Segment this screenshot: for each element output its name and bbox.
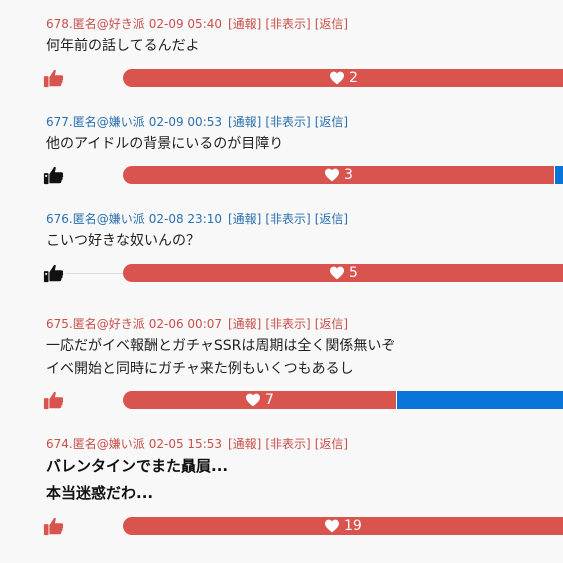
comment-author-block: 675.匿名@好き派 (46, 317, 145, 331)
comment-date: 02-09 00:53 (148, 115, 222, 129)
comment-author-name: 匿名@嫌い派 (72, 115, 145, 129)
comment-author-name: 匿名@嫌い派 (72, 437, 145, 451)
reply-link[interactable]: [返信] (315, 212, 348, 226)
vote-ratio-bar: 19 (123, 517, 563, 535)
vote-row: 7 (0, 389, 563, 411)
report-link[interactable]: [通報] (228, 115, 261, 129)
like-count-value: 7 (265, 392, 274, 408)
like-count-value: 2 (349, 70, 358, 86)
comment-meta: 677.匿名@嫌い派 02-09 00:53 [通報] [非表示] [返信] (46, 114, 352, 130)
thumbs-up-icon[interactable] (43, 164, 65, 186)
comment-meta: 675.匿名@好き派 02-06 00:07 [通報] [非表示] [返信] (46, 316, 352, 332)
like-count-value: 3 (344, 167, 353, 183)
comment-number: 676. (46, 212, 73, 226)
comment-number: 677. (46, 115, 73, 129)
comment-text-line: 何年前の話してるんだよ (46, 38, 200, 54)
report-link[interactable]: [通報] (228, 317, 261, 331)
comment-author-name: 匿名@嫌い派 (72, 212, 145, 226)
reply-link[interactable]: [返信] (315, 437, 348, 451)
comment-text-line: バレンタインでまた贔屓... (46, 457, 229, 475)
comment-author-block: 677.匿名@嫌い派 (46, 115, 145, 129)
hide-link[interactable]: [非表示] (265, 212, 310, 226)
like-count: 7 (245, 391, 274, 409)
reply-link[interactable]: [返信] (315, 317, 348, 331)
like-portion: 3 (123, 166, 554, 184)
hide-link[interactable]: [非表示] (265, 115, 310, 129)
vote-ratio-bar: 2 (123, 69, 563, 87)
hide-link[interactable]: [非表示] (265, 437, 310, 451)
reply-link[interactable]: [返信] (315, 17, 348, 31)
comment-date: 02-05 15:53 (148, 437, 222, 451)
report-link[interactable]: [通報] (228, 17, 261, 31)
like-count: 5 (329, 264, 358, 282)
hide-link[interactable]: [非表示] (265, 17, 310, 31)
heart-icon (329, 266, 345, 280)
comment-list: 678.匿名@好き派 02-09 05:40 [通報] [非表示] [返信] 何年前の話し… (0, 0, 563, 563)
heart-icon (245, 393, 261, 407)
thumbs-up-icon[interactable] (43, 515, 65, 537)
comment-author-block: 678.匿名@好き派 (46, 17, 145, 31)
comment-date: 02-06 00:07 (148, 317, 222, 331)
like-count-value: 19 (344, 518, 362, 534)
comment-author-block: 676.匿名@嫌い派 (46, 212, 145, 226)
comment-number: 674. (46, 437, 73, 451)
thumbs-up-icon[interactable] (43, 262, 65, 284)
comment-text-line: こいつ好きな奴いんの？ (46, 233, 200, 249)
like-count: 2 (329, 69, 358, 87)
heart-icon (329, 71, 345, 85)
hide-link[interactable]: [非表示] (265, 317, 310, 331)
like-portion: 2 (123, 69, 563, 87)
reply-link[interactable]: [返信] (315, 115, 348, 129)
comment-meta: 676.匿名@嫌い派 02-08 23:10 [通報] [非表示] [返信] (46, 211, 352, 227)
vote-ratio-bar: 7 (123, 391, 563, 409)
like-count-value: 5 (349, 265, 358, 281)
comment-author-name: 匿名@好き派 (72, 17, 145, 31)
vote-row: 2 (0, 67, 563, 89)
like-portion: 5 (123, 264, 563, 282)
comment-author-name: 匿名@好き派 (72, 317, 145, 331)
comment-date: 02-08 23:10 (148, 212, 222, 226)
vote-ratio-bar: 5 (123, 264, 563, 282)
report-link[interactable]: [通報] (228, 212, 261, 226)
comment-text-line: 本当迷惑だわ... (46, 484, 154, 502)
like-portion: 19 (123, 517, 563, 535)
vote-row: 3 (0, 164, 563, 186)
heart-icon (324, 168, 340, 182)
thumbs-up-icon[interactable] (43, 389, 65, 411)
comment-number: 678. (46, 17, 73, 31)
comment-author-block: 674.匿名@嫌い派 (46, 437, 145, 451)
vote-ratio-bar: 3 (123, 166, 563, 184)
vote-track-line (65, 273, 123, 274)
heart-icon (324, 519, 340, 533)
comment-number: 675. (46, 317, 73, 331)
comment-meta: 678.匿名@好き派 02-09 05:40 [通報] [非表示] [返信] (46, 16, 352, 32)
comment-meta: 674.匿名@嫌い派 02-05 15:53 [通報] [非表示] [返信] (46, 436, 352, 452)
comment-date: 02-09 05:40 (148, 17, 222, 31)
thumbs-up-icon[interactable] (43, 67, 65, 89)
vote-row: 5 (0, 262, 563, 284)
dislike-portion (396, 391, 563, 409)
like-count: 3 (324, 166, 353, 184)
comment-text-line: イベ開始と同時にガチャ来た例もいくつもあるし (46, 361, 354, 377)
like-portion: 7 (123, 391, 396, 409)
comment-text-line: 他のアイドルの背景にいるのが目障り (46, 136, 284, 152)
like-count: 19 (324, 517, 362, 535)
vote-row: 19 (0, 515, 563, 537)
dislike-portion (554, 166, 563, 184)
report-link[interactable]: [通報] (228, 437, 261, 451)
comment-text-line: 一応だがイベ報酬とガチャSSRは周期は全く関係無いぞ (46, 338, 396, 354)
